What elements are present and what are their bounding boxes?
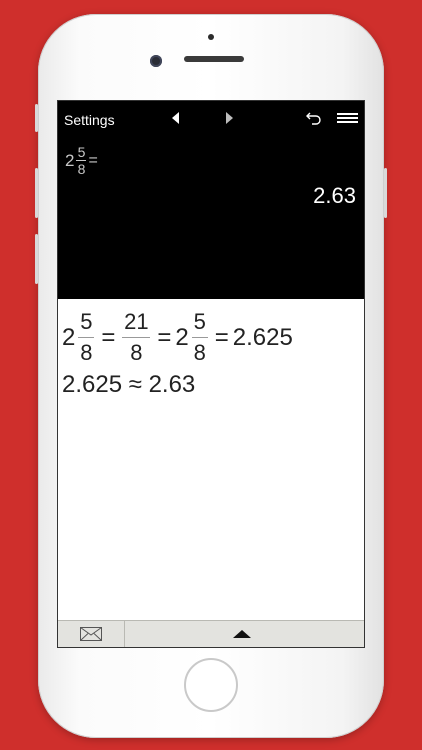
app-screen: Settings 2 5 8 = 2.63 2 5 8 = 21 8 = 2 5… [57, 100, 365, 648]
input-fraction: 5 8 [76, 144, 87, 177]
fraction-bar [191, 337, 208, 338]
home-button[interactable] [184, 658, 238, 712]
triangle-up-icon[interactable] [233, 630, 251, 638]
input-expression: 2 5 8 = [65, 145, 98, 176]
volume-up-button [35, 168, 38, 218]
front-camera [150, 55, 162, 67]
fraction-bar [122, 337, 151, 338]
top-nav-bar: Settings [58, 101, 364, 137]
mixed-whole-1: 2 [62, 323, 76, 351]
rounding-line: 2.625 ≈ 2.63 [62, 371, 196, 398]
email-button[interactable] [58, 621, 125, 647]
fraction-1-denominator: 8 [80, 340, 93, 365]
forward-triangle-icon[interactable] [226, 112, 233, 124]
envelope-icon[interactable] [80, 627, 102, 641]
back-triangle-icon[interactable] [172, 112, 179, 124]
expand-keypad-button[interactable] [125, 621, 364, 647]
equals-sign: = [214, 323, 229, 351]
fraction-bar [78, 337, 95, 338]
input-equals: = [88, 151, 98, 169]
fraction-1-numerator: 5 [80, 309, 93, 334]
equals-sign: = [101, 323, 116, 351]
input-whole-number: 2 [65, 150, 75, 170]
decimal-value: 2.625 [232, 323, 293, 351]
undo-icon[interactable] [306, 110, 322, 126]
fraction-3-numerator: 5 [193, 309, 206, 334]
fraction-2: 21 8 [122, 309, 151, 366]
result-value: 2.63 [313, 183, 356, 208]
fraction-3: 5 8 [191, 309, 208, 366]
calculator-display: Settings 2 5 8 = 2.63 [58, 101, 364, 299]
mixed-whole-3: 2 [175, 323, 189, 351]
fraction-1: 5 8 [78, 309, 95, 366]
front-sensor [208, 34, 214, 40]
equals-sign: = [157, 323, 172, 351]
fraction-3-denominator: 8 [193, 340, 206, 365]
hamburger-menu-icon[interactable] [337, 113, 358, 123]
settings-button[interactable]: Settings [64, 112, 115, 128]
conversion-line: 2 5 8 = 21 8 = 2 5 8 = 2.625 [62, 309, 293, 366]
input-numerator: 5 [77, 144, 86, 160]
bottom-toolbar [58, 620, 364, 647]
earpiece-speaker [184, 56, 244, 62]
fraction-2-denominator: 8 [130, 340, 143, 365]
input-denominator: 8 [77, 161, 86, 177]
power-button [384, 168, 387, 218]
mute-switch [35, 104, 38, 132]
solution-steps: 2 5 8 = 21 8 = 2 5 8 = 2.625 2.625 ≈ 2.6… [58, 299, 364, 619]
volume-down-button [35, 234, 38, 284]
fraction-2-numerator: 21 [124, 309, 149, 334]
